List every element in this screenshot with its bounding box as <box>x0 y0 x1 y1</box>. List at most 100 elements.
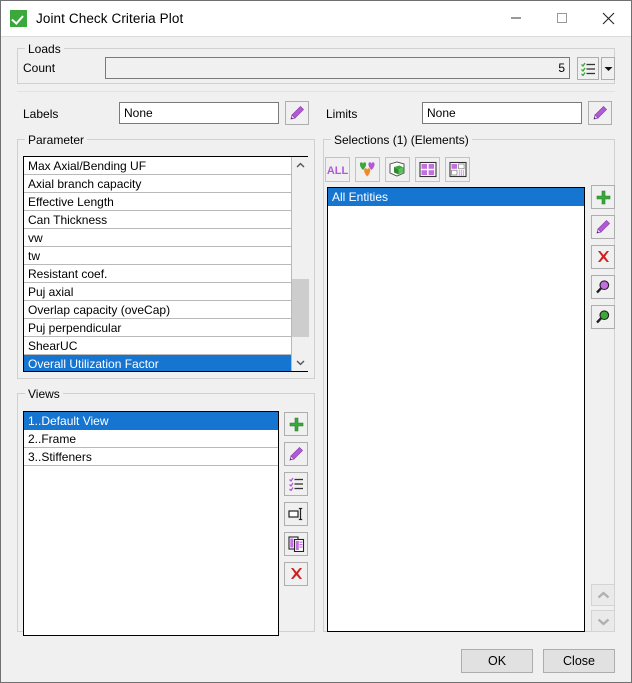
loads-list-button[interactable] <box>577 57 599 80</box>
scroll-up-button[interactable] <box>292 157 309 174</box>
view-list-item[interactable]: 1..Default View <box>24 412 278 430</box>
parameter-list-item[interactable]: Max Axial/Bending UF <box>24 157 292 175</box>
minimize-button[interactable] <box>493 1 539 35</box>
chevron-up-icon <box>296 162 305 169</box>
parameter-list-item-label: Can Thickness <box>28 213 107 227</box>
copy-view-button[interactable] <box>284 532 308 556</box>
purple-grid-icon <box>419 161 437 178</box>
parameter-list-item-label: Max Axial/Bending UF <box>28 159 146 173</box>
limits-edit-button[interactable] <box>588 101 612 125</box>
chevron-up-icon <box>597 591 610 600</box>
pencil-icon <box>595 219 611 235</box>
close-button-footer[interactable]: Close <box>543 649 615 673</box>
loads-dropdown-button[interactable] <box>601 57 615 80</box>
labels-label: Labels <box>23 107 58 121</box>
zoom-green-button[interactable] <box>591 305 615 329</box>
green-check-icon <box>10 10 27 27</box>
select-all-button[interactable]: ALL <box>325 157 350 182</box>
view-list-item[interactable]: 2..Frame <box>24 430 278 448</box>
edit-selection-button[interactable] <box>591 215 615 239</box>
parameter-list-item[interactable]: Puj axial <box>24 283 292 301</box>
parameter-list-item-label: Axial branch capacity <box>28 177 141 191</box>
parameter-list-item[interactable]: Effective Length <box>24 193 292 211</box>
parameter-list-item[interactable]: Can Thickness <box>24 211 292 229</box>
magnifier-green-icon <box>595 309 611 325</box>
chevron-down-icon <box>597 617 610 626</box>
parameter-list-item-label: Overall Utilization Factor <box>28 357 159 371</box>
parameter-list-item-label: vw <box>28 231 43 245</box>
svg-text:ALL: ALL <box>327 165 348 176</box>
parameter-list-item[interactable]: Axial branch capacity <box>24 175 292 193</box>
view-list-button[interactable] <box>284 472 308 496</box>
move-up-button[interactable] <box>591 584 615 606</box>
window-controls <box>493 1 631 35</box>
select-by-group-button[interactable] <box>355 157 380 182</box>
parameter-list-item[interactable]: Puj perpendicular <box>24 319 292 337</box>
limits-input[interactable]: None <box>422 102 582 124</box>
view-list-item-label: 2..Frame <box>28 432 76 446</box>
view-list-item[interactable]: 3..Stiffeners <box>24 448 278 466</box>
delete-view-button[interactable] <box>284 562 308 586</box>
parameter-list-item[interactable]: tw <box>24 247 292 265</box>
red-x-icon <box>596 250 611 265</box>
divider-1 <box>17 91 615 92</box>
count-input[interactable]: 5 <box>105 57 570 79</box>
parameter-list-item[interactable]: vw <box>24 229 292 247</box>
maximize-button[interactable] <box>539 1 585 35</box>
chevron-down-icon <box>604 66 613 72</box>
parameter-list-item-label: ShearUC <box>28 339 77 353</box>
views-group-legend: Views <box>25 387 63 401</box>
zoom-purple-button[interactable] <box>591 275 615 299</box>
dotted-grid-icon <box>449 161 467 178</box>
parameter-list-item-label: Puj axial <box>28 285 73 299</box>
edit-view-button[interactable] <box>284 442 308 466</box>
pencil-icon <box>288 446 304 462</box>
parameter-list-item-label: Resistant coef. <box>28 267 107 281</box>
selections-list: All Entities <box>328 188 584 206</box>
parameter-list-item[interactable]: Overlap capacity (oveCap) <box>24 301 292 319</box>
rename-view-button[interactable] <box>284 502 308 526</box>
select-by-grid-button[interactable] <box>415 157 440 182</box>
title-bar: Joint Check Criteria Plot <box>1 1 631 37</box>
limits-label: Limits <box>326 107 357 121</box>
rename-icon <box>288 507 305 521</box>
labels-value: None <box>124 106 153 120</box>
copy-icon <box>288 536 305 552</box>
select-by-solid-button[interactable] <box>385 157 410 182</box>
all-text-icon: ALL <box>327 164 348 176</box>
selection-list-item[interactable]: All Entities <box>328 188 584 206</box>
count-value: 5 <box>558 61 565 75</box>
pencil-icon <box>289 105 305 121</box>
move-down-button[interactable] <box>591 610 615 632</box>
select-by-partial-grid-button[interactable] <box>445 157 470 182</box>
magnifier-purple-icon <box>595 279 611 295</box>
parameter-list-item-label: tw <box>28 249 40 263</box>
views-listbox[interactable]: 1..Default View 2..Frame 3..Stiffeners <box>23 411 279 636</box>
close-button[interactable] <box>585 1 631 35</box>
parameter-list-item-label: Puj perpendicular <box>28 321 121 335</box>
window-title: Joint Check Criteria Plot <box>36 11 183 26</box>
scrollbar-thumb[interactable] <box>292 279 309 337</box>
green-plus-icon <box>289 417 304 432</box>
labels-edit-button[interactable] <box>285 101 309 125</box>
parameter-listbox[interactable]: Max Axial/Bending UF Axial branch capacit… <box>23 156 308 372</box>
close-button-label: Close <box>563 654 595 668</box>
view-list-item-label: 3..Stiffeners <box>28 450 92 464</box>
ok-button[interactable]: OK <box>461 649 533 673</box>
delete-selection-button[interactable] <box>591 245 615 269</box>
parameter-list-item[interactable]: ShearUC <box>24 337 292 355</box>
view-list-item-label: 1..Default View <box>28 414 109 428</box>
green-plus-icon <box>596 190 611 205</box>
parameter-scrollbar[interactable] <box>291 157 308 371</box>
add-view-button[interactable] <box>284 412 308 436</box>
views-list: 1..Default View 2..Frame 3..Stiffeners <box>24 412 278 466</box>
color-hearts-icon <box>358 161 377 178</box>
parameter-list-item[interactable]: Overall Utilization Factor <box>24 355 292 372</box>
labels-input[interactable]: None <box>119 102 279 124</box>
selections-listbox[interactable]: All Entities <box>327 187 585 632</box>
scroll-down-button[interactable] <box>292 354 309 371</box>
parameter-list-item[interactable]: Resistant coef. <box>24 265 292 283</box>
pencil-icon <box>592 105 608 121</box>
loads-group-legend: Loads <box>25 42 64 56</box>
add-selection-button[interactable] <box>591 185 615 209</box>
